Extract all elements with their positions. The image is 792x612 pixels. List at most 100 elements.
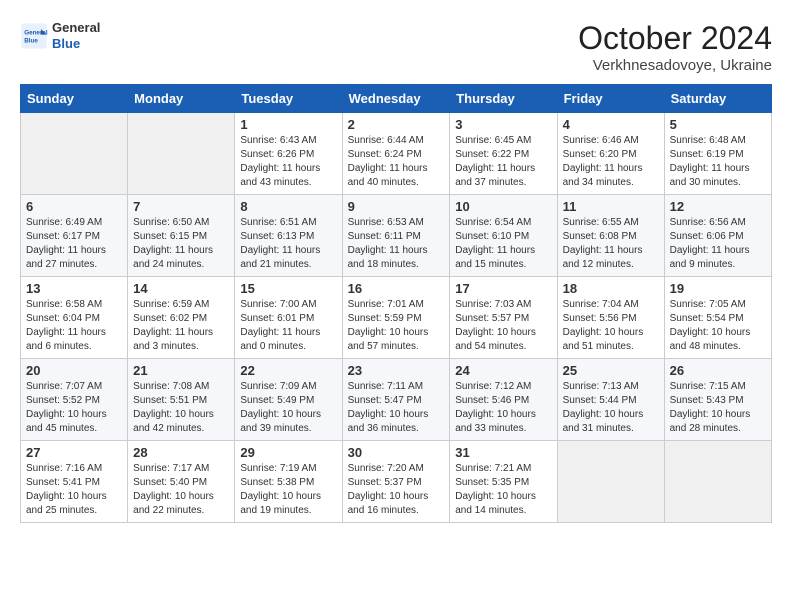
day-info: Sunrise: 7:17 AM Sunset: 5:40 PM Dayligh… (133, 462, 229, 518)
day-info: Sunrise: 6:54 AM Sunset: 6:10 PM Dayligh… (455, 216, 551, 272)
day-number: 10 (455, 199, 551, 214)
day-number: 24 (455, 363, 551, 378)
calendar-cell: 17 Sunrise: 7:03 AM Sunset: 5:57 PM Dayli… (450, 277, 557, 359)
day-number: 9 (348, 199, 445, 214)
day-info: Sunrise: 6:45 AM Sunset: 6:22 PM Dayligh… (455, 134, 551, 190)
day-number: 16 (348, 281, 445, 296)
day-number: 13 (26, 281, 122, 296)
calendar-week-row: 6Sunrise: 6:49 AM Sunset: 6:17 PM Daylig… (21, 195, 772, 277)
calendar-cell: 3 Sunrise: 6:45 AM Sunset: 6:22 PM Daylig… (450, 113, 557, 195)
day-number: 14 (133, 281, 229, 296)
day-info: Sunrise: 7:09 AM Sunset: 5:49 PM Dayligh… (240, 380, 336, 436)
day-number: 30 (348, 445, 445, 460)
day-info: Sunrise: 7:04 AM Sunset: 5:56 PM Dayligh… (563, 298, 659, 354)
calendar-cell: 2 Sunrise: 6:44 AM Sunset: 6:24 PM Daylig… (342, 113, 450, 195)
calendar-cell (21, 113, 128, 195)
weekday-header-thursday: Thursday (450, 85, 557, 113)
calendar-cell: 18 Sunrise: 7:04 AM Sunset: 5:56 PM Dayli… (557, 277, 664, 359)
calendar-cell: 8 Sunrise: 6:51 AM Sunset: 6:13 PM Daylig… (235, 195, 342, 277)
day-info: Sunrise: 7:20 AM Sunset: 5:37 PM Dayligh… (348, 462, 445, 518)
title-area: October 2024 Verkhnesadovoye, Ukraine (578, 20, 772, 74)
day-number: 23 (348, 363, 445, 378)
day-number: 15 (240, 281, 336, 296)
location-title: Verkhnesadovoye, Ukraine (578, 57, 772, 74)
calendar-cell: 12 Sunrise: 6:56 AM Sunset: 6:06 PM Dayli… (664, 195, 771, 277)
calendar-cell: 16Sunrise: 7:01 AM Sunset: 5:59 PM Dayli… (342, 277, 450, 359)
calendar-cell: 25 Sunrise: 7:13 AM Sunset: 5:44 PM Dayli… (557, 359, 664, 441)
calendar-cell (128, 113, 235, 195)
day-info: Sunrise: 7:00 AM Sunset: 6:01 PM Dayligh… (240, 298, 336, 354)
calendar-cell: 22 Sunrise: 7:09 AM Sunset: 5:49 PM Dayli… (235, 359, 342, 441)
day-info: Sunrise: 6:44 AM Sunset: 6:24 PM Dayligh… (348, 134, 445, 190)
svg-text:Blue: Blue (24, 37, 38, 44)
calendar-cell: 14 Sunrise: 6:59 AM Sunset: 6:02 PM Dayli… (128, 277, 235, 359)
day-number: 21 (133, 363, 229, 378)
calendar-cell: 29 Sunrise: 7:19 AM Sunset: 5:38 PM Dayli… (235, 441, 342, 523)
calendar-cell: 1 Sunrise: 6:43 AM Sunset: 6:26 PM Daylig… (235, 113, 342, 195)
weekday-header-tuesday: Tuesday (235, 85, 342, 113)
day-info: Sunrise: 7:08 AM Sunset: 5:51 PM Dayligh… (133, 380, 229, 436)
day-info: Sunrise: 6:59 AM Sunset: 6:02 PM Dayligh… (133, 298, 229, 354)
day-info: Sunrise: 6:50 AM Sunset: 6:15 PM Dayligh… (133, 216, 229, 272)
day-number: 3 (455, 117, 551, 132)
weekday-header-sunday: Sunday (21, 85, 128, 113)
calendar-cell: 23 Sunrise: 7:11 AM Sunset: 5:47 PM Dayli… (342, 359, 450, 441)
calendar-cell (664, 441, 771, 523)
day-number: 4 (563, 117, 659, 132)
calendar-week-row: 13Sunrise: 6:58 AM Sunset: 6:04 PM Dayli… (21, 277, 772, 359)
calendar-cell: 20Sunrise: 7:07 AM Sunset: 5:52 PM Dayli… (21, 359, 128, 441)
day-number: 27 (26, 445, 122, 460)
calendar-cell (557, 441, 664, 523)
day-info: Sunrise: 6:53 AM Sunset: 6:11 PM Dayligh… (348, 216, 445, 272)
calendar-cell: 9 Sunrise: 6:53 AM Sunset: 6:11 PM Daylig… (342, 195, 450, 277)
day-number: 29 (240, 445, 336, 460)
calendar-cell: 7 Sunrise: 6:50 AM Sunset: 6:15 PM Daylig… (128, 195, 235, 277)
day-number: 11 (563, 199, 659, 214)
day-info: Sunrise: 6:43 AM Sunset: 6:26 PM Dayligh… (240, 134, 336, 190)
day-info: Sunrise: 7:15 AM Sunset: 5:43 PM Dayligh… (670, 380, 766, 436)
weekday-header-monday: Monday (128, 85, 235, 113)
day-info: Sunrise: 7:12 AM Sunset: 5:46 PM Dayligh… (455, 380, 551, 436)
day-number: 1 (240, 117, 336, 132)
day-info: Sunrise: 6:51 AM Sunset: 6:13 PM Dayligh… (240, 216, 336, 272)
day-number: 2 (348, 117, 445, 132)
day-number: 25 (563, 363, 659, 378)
calendar-week-row: 20Sunrise: 7:07 AM Sunset: 5:52 PM Dayli… (21, 359, 772, 441)
logo: General Blue General Blue (20, 20, 100, 51)
day-info: Sunrise: 7:03 AM Sunset: 5:57 PM Dayligh… (455, 298, 551, 354)
day-info: Sunrise: 7:05 AM Sunset: 5:54 PM Dayligh… (670, 298, 766, 354)
day-number: 7 (133, 199, 229, 214)
header: General Blue General Blue October 2024 V… (20, 20, 772, 74)
day-number: 31 (455, 445, 551, 460)
day-info: Sunrise: 6:56 AM Sunset: 6:06 PM Dayligh… (670, 216, 766, 272)
weekday-header-wednesday: Wednesday (342, 85, 450, 113)
month-title: October 2024 (578, 20, 772, 57)
day-info: Sunrise: 6:49 AM Sunset: 6:17 PM Dayligh… (26, 216, 122, 272)
day-info: Sunrise: 7:16 AM Sunset: 5:41 PM Dayligh… (26, 462, 122, 518)
calendar-cell: 15 Sunrise: 7:00 AM Sunset: 6:01 PM Dayli… (235, 277, 342, 359)
weekday-header-saturday: Saturday (664, 85, 771, 113)
logo-icon: General Blue (20, 22, 48, 50)
calendar-table: SundayMondayTuesdayWednesdayThursdayFrid… (20, 84, 772, 523)
day-info: Sunrise: 7:07 AM Sunset: 5:52 PM Dayligh… (26, 380, 122, 436)
calendar-cell: 5Sunrise: 6:48 AM Sunset: 6:19 PM Daylig… (664, 113, 771, 195)
calendar-cell: 31Sunrise: 7:21 AM Sunset: 5:35 PM Dayli… (450, 441, 557, 523)
calendar-cell: 6Sunrise: 6:49 AM Sunset: 6:17 PM Daylig… (21, 195, 128, 277)
calendar-cell: 27 Sunrise: 7:16 AM Sunset: 5:41 PM Dayli… (21, 441, 128, 523)
logo-blue: Blue (52, 36, 100, 52)
day-number: 26 (670, 363, 766, 378)
day-info: Sunrise: 7:19 AM Sunset: 5:38 PM Dayligh… (240, 462, 336, 518)
logo-general: General (52, 20, 100, 36)
day-number: 22 (240, 363, 336, 378)
day-number: 18 (563, 281, 659, 296)
calendar-cell: 28Sunrise: 7:17 AM Sunset: 5:40 PM Dayli… (128, 441, 235, 523)
day-info: Sunrise: 7:13 AM Sunset: 5:44 PM Dayligh… (563, 380, 659, 436)
day-number: 8 (240, 199, 336, 214)
calendar-cell: 21 Sunrise: 7:08 AM Sunset: 5:51 PM Dayli… (128, 359, 235, 441)
calendar-cell: 11Sunrise: 6:55 AM Sunset: 6:08 PM Dayli… (557, 195, 664, 277)
day-number: 5 (670, 117, 766, 132)
day-number: 12 (670, 199, 766, 214)
calendar-cell: 24 Sunrise: 7:12 AM Sunset: 5:46 PM Dayli… (450, 359, 557, 441)
day-number: 17 (455, 281, 551, 296)
day-info: Sunrise: 7:11 AM Sunset: 5:47 PM Dayligh… (348, 380, 445, 436)
